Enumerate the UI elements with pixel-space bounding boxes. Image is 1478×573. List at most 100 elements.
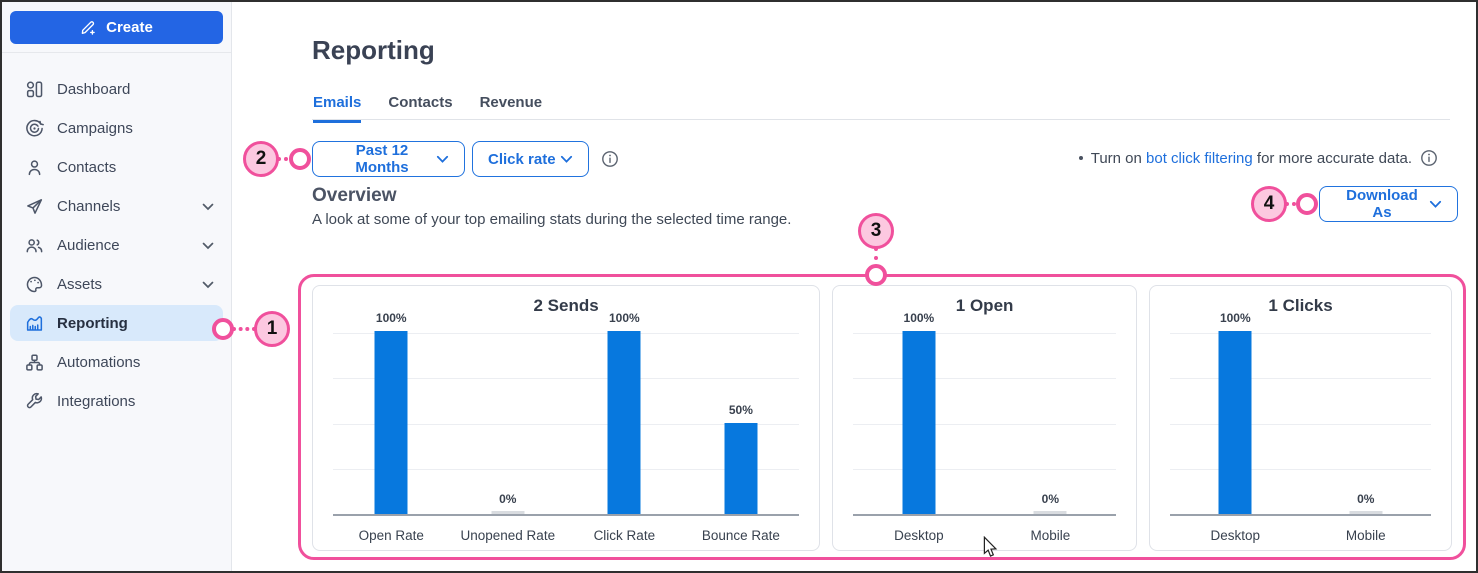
- bar-slot-desktop: 100%: [853, 311, 984, 514]
- bar-slot-unopened-rate: 0%: [450, 333, 567, 514]
- download-as-label: Download As: [1346, 187, 1418, 221]
- overview-description: A look at some of your top emailing stat…: [312, 211, 792, 228]
- sidebar-item-label: Automations: [57, 354, 141, 371]
- clicks-chart-card: 1 Clicks 100% 0% Desktop Mobile: [1149, 285, 1452, 551]
- audience-icon: [25, 236, 44, 255]
- bar-bounce-rate: [724, 422, 758, 514]
- chart-title: 1 Open: [955, 296, 1014, 315]
- annotation-1-ring: [212, 318, 234, 340]
- sidebar-item-label: Audience: [57, 237, 120, 254]
- contacts-icon: [25, 158, 44, 177]
- category-label-bounce-rate: Bounce Rate: [701, 528, 780, 543]
- bot-click-filtering-link[interactable]: bot click filtering: [1146, 150, 1253, 167]
- sidebar-item-label: Dashboard: [57, 81, 131, 98]
- bar-slot-mobile: 0%: [1301, 333, 1431, 514]
- sidebar-item-dashboard[interactable]: Dashboard: [2, 70, 231, 109]
- annotation-4-badge: 4: [1251, 186, 1287, 222]
- annotation-3-ring: [865, 264, 887, 286]
- sidebar-item-contacts[interactable]: Contacts: [2, 148, 231, 187]
- bar-slot-desktop: 100%: [1170, 311, 1300, 514]
- sidebar-item-audience[interactable]: Audience: [2, 226, 231, 265]
- bar-mobile: [1033, 511, 1067, 514]
- bar-slot-bounce-rate: 50%: [683, 333, 800, 514]
- category-label-unopened-rate: Unopened Rate: [460, 528, 556, 543]
- bar-click-rate: [607, 331, 641, 514]
- metric-dropdown[interactable]: Click rate: [472, 141, 589, 177]
- category-label-click-rate: Click Rate: [593, 528, 656, 543]
- chevron-down-icon: [202, 281, 214, 289]
- annotation-1-connector: [232, 327, 256, 331]
- annotation-2-ring: [289, 148, 311, 170]
- create-button[interactable]: Create: [10, 11, 223, 44]
- sidebar-item-integrations[interactable]: Integrations: [2, 382, 231, 421]
- sidebar: Create Dashboard Campaigns Contacts Chan…: [2, 2, 232, 571]
- sidebar-item-label: Campaigns: [57, 120, 133, 137]
- sidebar-item-label: Integrations: [57, 393, 136, 410]
- category-label-desktop: Desktop: [1210, 528, 1261, 543]
- bar-slot-open-rate: 100%: [333, 311, 450, 514]
- bot-filtering-notice: Turn on bot click filtering for more acc…: [1078, 149, 1438, 167]
- reporting-icon: [25, 314, 44, 333]
- bars: 100% 0%: [853, 311, 1116, 514]
- chevron-down-icon: [202, 242, 214, 250]
- sidebar-item-assets[interactable]: Assets: [2, 265, 231, 304]
- bars: 100% 0%: [1170, 311, 1431, 514]
- metric-value: Click rate: [488, 150, 556, 168]
- dashboard-icon: [25, 80, 44, 99]
- bar-desktop: [902, 331, 936, 514]
- sidebar-item-reporting[interactable]: Reporting: [10, 305, 223, 341]
- category-labels: Open Rate Unopened Rate Click Rate Bounce R…: [333, 528, 799, 543]
- sends-bar-chart: 100% 0% 100% 50%: [333, 311, 800, 516]
- sidebar-item-campaigns[interactable]: Campaigns: [2, 109, 231, 148]
- opens-chart-card: 1 Open 100% 0% Desktop Mobile: [832, 285, 1138, 551]
- bar-unopened-rate: [491, 511, 525, 514]
- download-as-dropdown[interactable]: Download As: [1319, 186, 1458, 222]
- annotation-1-badge: 1: [254, 311, 290, 347]
- notice-suffix: for more accurate data.: [1252, 149, 1412, 167]
- mouse-cursor: [983, 536, 998, 558]
- chart-title: 1 Clicks: [1268, 296, 1333, 315]
- sidebar-item-channels[interactable]: Channels: [2, 187, 231, 226]
- category-label-open-rate: Open Rate: [358, 528, 424, 543]
- sidebar-item-automations[interactable]: Automations: [2, 343, 231, 382]
- sidebar-item-label: Contacts: [57, 159, 117, 176]
- bar-value-label: 0%: [499, 492, 517, 506]
- bar-desktop: [1218, 331, 1252, 514]
- bar-slot-click-rate: 100%: [566, 311, 683, 514]
- sidebar-item-label: Reporting: [57, 314, 128, 332]
- bar-value-label: 0%: [1041, 492, 1060, 506]
- bar-value-label: 100%: [1219, 311, 1251, 325]
- chevron-down-icon: [560, 155, 573, 164]
- assets-icon: [25, 275, 44, 294]
- automations-icon: [25, 353, 44, 372]
- annotation-4-ring: [1296, 193, 1318, 215]
- chevron-down-icon: [436, 155, 449, 164]
- opens-bar-chart: 100% 0%: [853, 311, 1117, 516]
- bar-mobile: [1349, 511, 1383, 514]
- chevron-down-icon: [202, 203, 214, 211]
- bullet-dot: [1078, 156, 1083, 160]
- info-icon[interactable]: [1420, 149, 1438, 167]
- category-labels: Desktop Mobile: [1170, 528, 1431, 543]
- category-label-mobile: Mobile: [1030, 528, 1071, 543]
- clicks-bar-chart: 100% 0%: [1170, 311, 1431, 516]
- annotation-3-badge: 3: [858, 213, 894, 249]
- sends-chart-card: 2 Sends 100% 0% 100% 50% Open Rate Unopened …: [312, 285, 821, 551]
- category-label-desktop: Desktop: [894, 528, 944, 543]
- info-icon[interactable]: [601, 150, 619, 168]
- sidebar-item-label: Assets: [57, 276, 103, 293]
- date-range-value: Past 12 Months: [355, 142, 409, 176]
- tabs-divider: [312, 119, 1450, 120]
- pencil-plus-icon: [80, 19, 97, 36]
- bars: 100% 0% 100% 50%: [333, 311, 800, 514]
- sidebar-divider: [2, 52, 231, 53]
- date-range-dropdown[interactable]: Past 12 Months: [312, 141, 465, 177]
- campaigns-icon: [25, 119, 44, 138]
- chevron-down-icon: [1429, 200, 1442, 209]
- bar-open-rate: [374, 331, 408, 514]
- overview-heading: Overview: [312, 185, 397, 206]
- annotation-2-badge: 2: [243, 141, 279, 177]
- channels-icon: [25, 197, 44, 216]
- page-title: Reporting: [312, 35, 435, 65]
- bar-value-label: 0%: [1357, 492, 1375, 506]
